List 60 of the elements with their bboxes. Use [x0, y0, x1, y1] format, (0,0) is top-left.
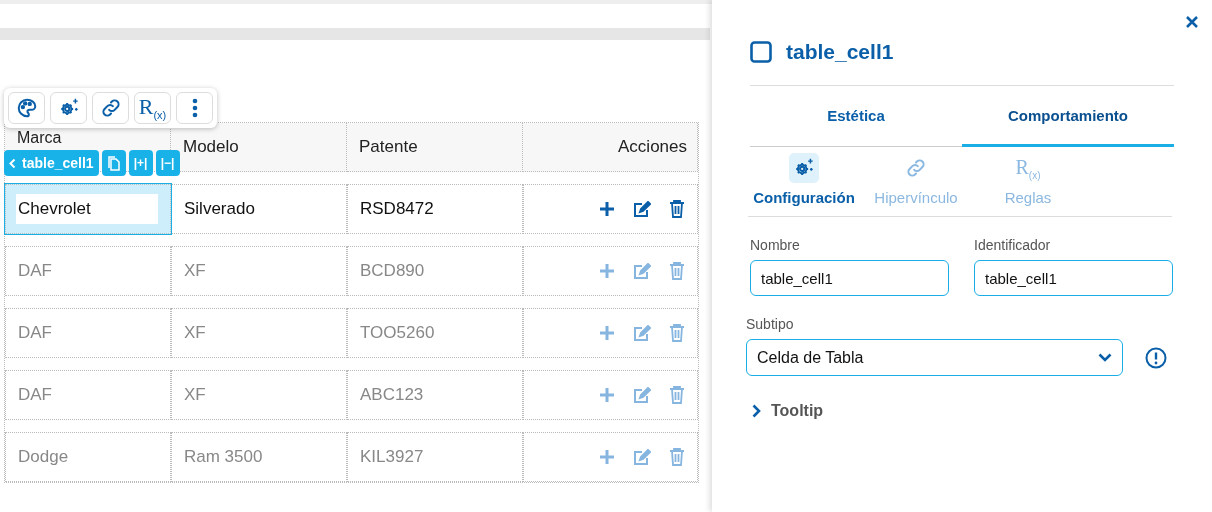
table-cell: DAF	[5, 246, 171, 296]
section-toggle[interactable]: Tooltip	[750, 402, 824, 420]
table-cell: DAF	[5, 370, 171, 420]
plus-icon	[599, 325, 615, 341]
trash-icon	[669, 200, 685, 218]
column-header: Acciones	[523, 123, 698, 172]
tab[interactable]: Comportamiento	[962, 86, 1174, 147]
link-icon	[905, 157, 927, 179]
chevron-left-icon	[9, 157, 16, 169]
table-cell: XF	[171, 370, 347, 420]
subtype-dropdown[interactable]: Celda de Tabla	[746, 339, 1123, 376]
trash-icon	[669, 448, 685, 466]
chevron-right-icon	[752, 404, 761, 418]
edit-icon	[633, 449, 651, 465]
subtab[interactable]: Configuración	[748, 147, 860, 216]
copy-icon	[107, 155, 121, 171]
link-icon	[99, 97, 122, 119]
chevron-down-icon	[1098, 353, 1112, 362]
edit-icon	[633, 263, 651, 279]
link-button[interactable]	[92, 92, 129, 124]
info-icon[interactable]	[1145, 346, 1167, 369]
table-cell: RSD8472	[347, 184, 523, 234]
plus-icon	[599, 201, 615, 217]
more-button[interactable]	[176, 92, 213, 124]
square-icon	[750, 40, 772, 63]
table-cell: XF	[171, 246, 347, 296]
edit-icon	[633, 325, 651, 341]
table-cell: Chevrolet	[5, 184, 171, 234]
table-cell: BCD890	[347, 246, 523, 296]
palette-icon	[15, 97, 38, 119]
input-field[interactable]: table_cell1	[750, 260, 949, 296]
table-cell: DAF	[5, 308, 171, 358]
table-cell: KIL3927	[347, 432, 523, 482]
more-icon	[191, 98, 198, 118]
panel-title: table_cell1	[786, 39, 894, 64]
plus-icon	[599, 263, 615, 279]
plus-icon	[599, 449, 615, 465]
gear-button[interactable]	[50, 92, 87, 124]
field-label: Nombre	[750, 237, 801, 253]
edit-icon	[633, 201, 651, 217]
field-label: Identificador	[974, 237, 1052, 253]
trash-icon	[669, 324, 685, 342]
table-cell: TOO5260	[347, 308, 523, 358]
close-icon	[1186, 16, 1198, 28]
plus-icon	[599, 387, 615, 403]
palette-button[interactable]	[8, 92, 45, 124]
trash-icon	[669, 386, 685, 404]
input-field[interactable]: table_cell1	[974, 260, 1173, 296]
trash-icon	[669, 262, 685, 280]
table-cell: Ram 3500	[171, 432, 347, 482]
field-label: Subtipo	[746, 316, 795, 332]
tab[interactable]: Estética	[750, 86, 962, 147]
horizontal-scrollbar[interactable]	[0, 28, 710, 40]
edit-icon	[633, 387, 651, 403]
table-cell: Silverado	[171, 184, 347, 234]
table-cell: XF	[171, 308, 347, 358]
column-header: Patente	[347, 123, 523, 172]
table-cell: Dodge	[5, 432, 171, 482]
table-cell: ABC123	[347, 370, 523, 420]
rules-icon: R$_{(x)}$	[1015, 155, 1041, 181]
